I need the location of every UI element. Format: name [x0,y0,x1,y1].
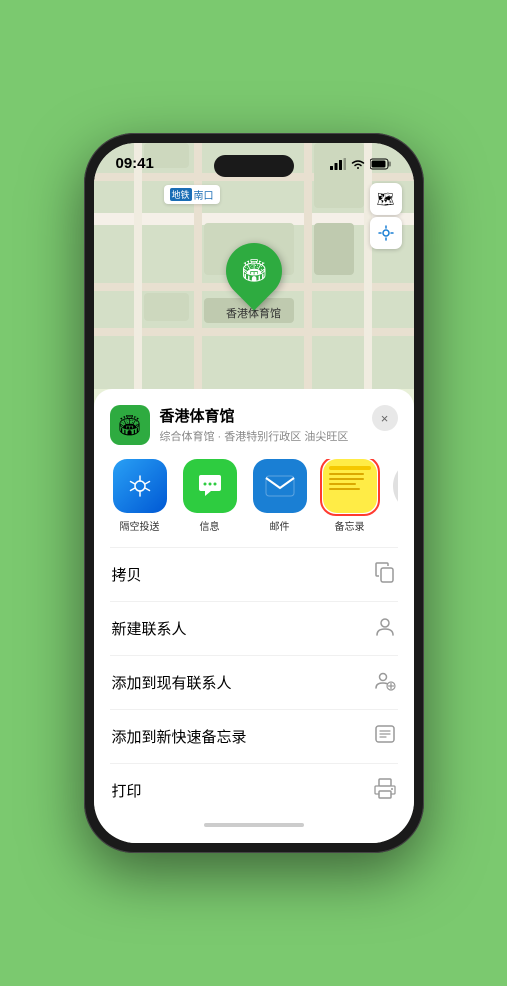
add-contact-icon [374,669,396,696]
place-name: 香港体育馆 [160,405,362,426]
location-button[interactable] [370,217,402,249]
dynamic-island [214,155,294,177]
mail-label: 邮件 [270,518,290,533]
place-desc: 综合体育馆 · 香港特别行政区 油尖旺区 [160,428,362,444]
map-area: 地铁 南口 🏟 香港体育馆 🗺 [94,143,414,389]
new-contact-icon [374,615,396,642]
phone-screen: 09:41 [94,143,414,843]
mail-icon [253,459,307,513]
signal-icon [330,158,346,170]
action-add-quick-note[interactable]: 添加到新快速备忘录 [110,710,398,764]
airdrop-label: 隔空投送 [120,518,160,533]
share-item-notes[interactable]: 备忘录 [320,459,380,533]
action-list: 拷贝 新建联系人 [110,547,398,817]
share-item-airdrop[interactable]: 隔空投送 [110,459,170,533]
share-row: 隔空投送 信息 [110,459,398,533]
airdrop-icon [113,459,167,513]
action-copy[interactable]: 拷贝 [110,548,398,602]
status-icons [330,158,392,170]
place-info: 香港体育馆 综合体育馆 · 香港特别行政区 油尖旺区 [160,405,362,444]
wifi-icon [350,158,366,170]
stadium-pin: 🏟 香港体育馆 [226,243,282,321]
action-print[interactable]: 打印 [110,764,398,817]
location-label: 地铁 南口 [164,185,220,204]
home-indicator [204,823,304,827]
share-item-message[interactable]: 信息 [180,459,240,533]
place-icon: 🏟 [110,405,150,445]
message-icon [183,459,237,513]
bottom-sheet: 🏟 香港体育馆 综合体育馆 · 香港特别行政区 油尖旺区 × [94,389,414,843]
map-controls: 🗺 [370,183,402,249]
notes-label: 备忘录 [335,518,365,533]
copy-icon [374,561,396,588]
share-item-mail[interactable]: 邮件 [250,459,310,533]
quick-note-icon [374,723,396,750]
action-add-existing-contact[interactable]: 添加到现有联系人 [110,656,398,710]
print-icon [374,777,396,804]
close-button[interactable]: × [372,405,398,431]
map-layer-button[interactable]: 🗺 [370,183,402,215]
status-time: 09:41 [116,155,154,172]
battery-icon [370,158,392,170]
more-icon [393,459,398,513]
message-label: 信息 [200,518,220,533]
place-header: 🏟 香港体育馆 综合体育馆 · 香港特别行政区 油尖旺区 × [110,405,398,445]
action-new-contact[interactable]: 新建联系人 [110,602,398,656]
share-item-more[interactable]: 更多 [390,459,398,533]
phone-frame: 09:41 [84,133,424,853]
